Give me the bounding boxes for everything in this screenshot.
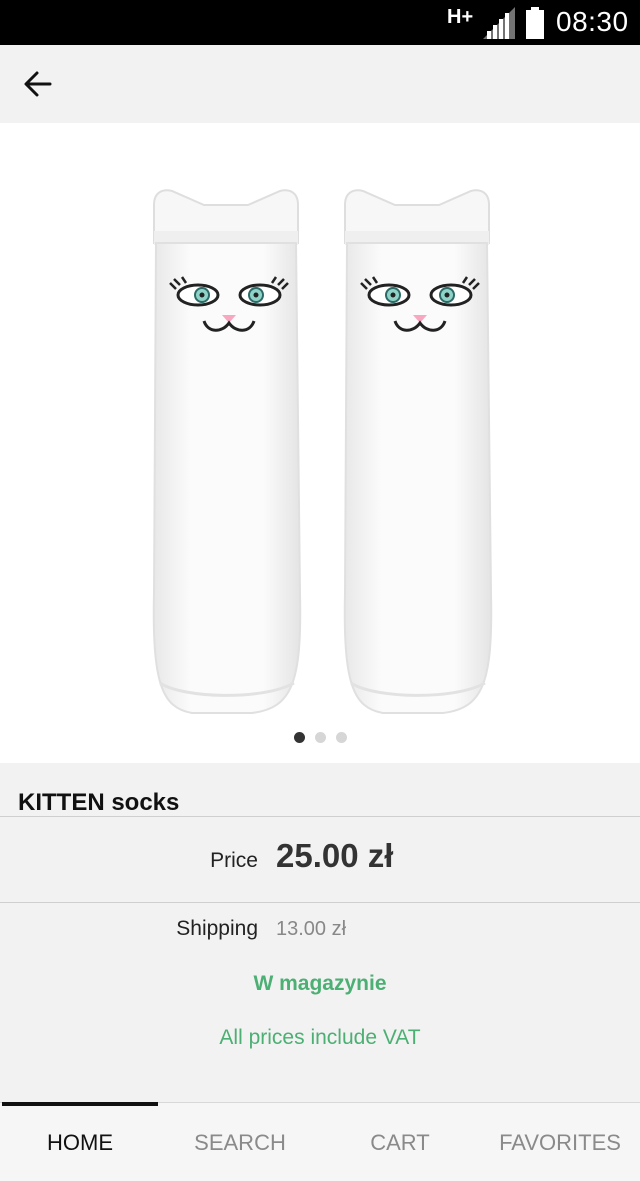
divider xyxy=(0,816,640,817)
divider xyxy=(0,902,640,903)
status-time: 08:30 xyxy=(556,6,629,37)
tab-home[interactable]: HOME xyxy=(0,1102,160,1181)
price-value: 25.00 zł xyxy=(276,837,394,874)
pager-dot[interactable] xyxy=(335,732,347,743)
product-image-gallery[interactable] xyxy=(0,123,640,763)
app-bar xyxy=(0,45,640,123)
tab-label: FAVORITES xyxy=(499,1130,621,1155)
price-label: Price xyxy=(210,849,258,872)
product-details: KITTEN socks Price 25.00 zł Shipping 13.… xyxy=(0,763,640,1102)
network-type: H+ xyxy=(447,6,474,28)
battery-icon xyxy=(526,7,544,39)
tab-label: HOME xyxy=(47,1130,113,1155)
tab-favorites[interactable]: FAVORITES xyxy=(480,1103,640,1181)
active-tab-indicator xyxy=(2,1102,158,1106)
vat-note: All prices include VAT xyxy=(219,1026,421,1049)
tab-search[interactable]: SEARCH xyxy=(160,1103,320,1181)
arrow-left-icon xyxy=(24,71,52,97)
pager-dot[interactable] xyxy=(293,732,305,743)
shipping-label: Shipping xyxy=(176,917,258,940)
gallery-pager xyxy=(0,732,640,743)
stock-status: W magazynie xyxy=(253,972,387,995)
back-button[interactable] xyxy=(18,64,58,104)
tab-label: SEARCH xyxy=(194,1130,286,1155)
tab-label: CART xyxy=(370,1130,430,1155)
shipping-value: 13.00 zł xyxy=(276,918,347,940)
tab-cart[interactable]: CART xyxy=(320,1103,480,1181)
status-bar: H+ 08:30 xyxy=(0,0,640,45)
product-image xyxy=(152,188,493,715)
product-title: KITTEN socks xyxy=(18,789,180,816)
pager-dot[interactable] xyxy=(314,732,326,743)
shipping-row: Shipping 13.00 zł xyxy=(0,915,640,945)
signal-icon xyxy=(483,7,515,39)
bottom-nav: HOME SEARCH CART FAVORITES xyxy=(0,1102,640,1181)
price-row: Price 25.00 zł xyxy=(0,835,640,879)
